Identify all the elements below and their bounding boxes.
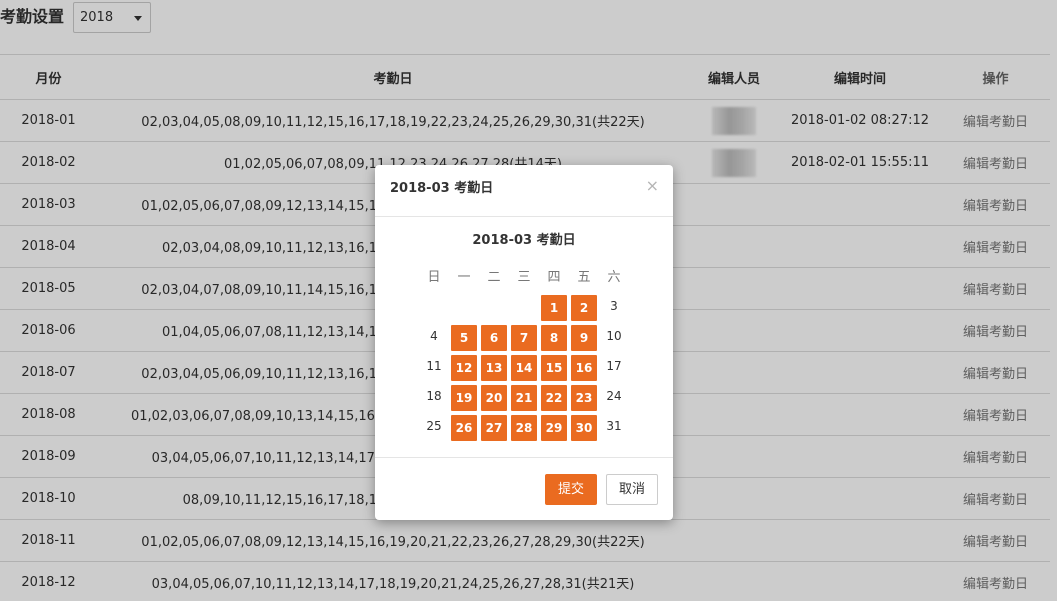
calendar-day-selected[interactable]: 14 <box>509 353 539 383</box>
calendar-day-selected[interactable]: 26 <box>449 413 479 443</box>
calendar-day[interactable]: 11 <box>419 353 449 383</box>
calendar-day-selected[interactable]: 29 <box>539 413 569 443</box>
weekday-label: 六 <box>607 270 621 285</box>
calendar-grid: 日一二三四五六 1 2 3 4 5 6 7 8 9 10 11 12 13 14 15 16 17 18 19 20 2… <box>419 263 629 443</box>
calendar-day[interactable]: 10 <box>599 323 629 353</box>
calendar-day[interactable]: 3 <box>599 293 629 323</box>
calendar-day-selected[interactable]: 21 <box>509 383 539 413</box>
calendar-day-selected[interactable]: 16 <box>569 353 599 383</box>
calendar-day-selected[interactable]: 27 <box>479 413 509 443</box>
weekday-label: 日 <box>427 270 441 285</box>
calendar-day-selected[interactable]: 22 <box>539 383 569 413</box>
calendar-title: 2018-03 考勤日 <box>472 233 576 248</box>
calendar-day-selected[interactable]: 7 <box>509 323 539 353</box>
weekday-label: 二 <box>487 270 501 285</box>
calendar-week-row: 123 <box>419 293 629 323</box>
calendar-day-selected[interactable]: 15 <box>539 353 569 383</box>
calendar-day[interactable]: 17 <box>599 353 629 383</box>
calendar-day-selected[interactable]: 19 <box>449 383 479 413</box>
calendar-day-selected[interactable]: 1 <box>539 293 569 323</box>
weekday-label: 一 <box>457 270 471 285</box>
calendar-day-selected[interactable]: 28 <box>509 413 539 443</box>
submit-button[interactable]: 提交 <box>545 474 597 505</box>
close-icon[interactable]: × <box>646 177 659 195</box>
calendar-day-selected[interactable]: 5 <box>449 323 479 353</box>
weekday-label: 五 <box>577 270 591 285</box>
modal-title: 2018-03 考勤日 <box>390 181 494 196</box>
calendar-day-selected[interactable]: 20 <box>479 383 509 413</box>
attendance-day-modal: 2018-03 考勤日 × 2018-03 考勤日 日一二三四五六 123456… <box>375 165 673 520</box>
calendar-day[interactable]: 24 <box>599 383 629 413</box>
calendar-day-selected[interactable]: 9 <box>569 323 599 353</box>
calendar-day-selected[interactable]: 13 <box>479 353 509 383</box>
weekday-label: 四 <box>547 270 561 285</box>
calendar-day[interactable]: 4 <box>419 323 449 353</box>
calendar-day-selected[interactable]: 12 <box>449 353 479 383</box>
calendar-week-row: 11 12 13 14 15 16 17 <box>419 353 629 383</box>
page: 考勤设置 2018 月份 考勤日 编辑人员 编辑时间 操作 2018-01 02… <box>0 0 1057 601</box>
modal-footer: 提交 取消 <box>375 457 673 521</box>
calendar-day-selected[interactable]: 6 <box>479 323 509 353</box>
calendar-day-selected[interactable]: 30 <box>569 413 599 443</box>
calendar-day-selected[interactable]: 2 <box>569 293 599 323</box>
calendar-days: 1 2 3 4 5 6 7 8 9 10 11 12 13 14 15 16 17 18 19 20 21 22 23 24 2… <box>419 293 629 443</box>
calendar-day-selected[interactable]: 8 <box>539 323 569 353</box>
cancel-button[interactable]: 取消 <box>606 474 658 505</box>
calendar-week-row: 4 5 6 7 8 9 10 <box>419 323 629 353</box>
weekday-label: 三 <box>517 270 531 285</box>
calendar-week-row: 18 19 20 21 22 23 24 <box>419 383 629 413</box>
calendar-day-selected[interactable]: 23 <box>569 383 599 413</box>
calendar-day[interactable]: 25 <box>419 413 449 443</box>
calendar-day[interactable]: 18 <box>419 383 449 413</box>
weekday-header-row: 日一二三四五六 <box>419 263 629 293</box>
calendar-day[interactable]: 31 <box>599 413 629 443</box>
calendar-week-row: 25 26 27 28 29 30 31 <box>419 413 629 443</box>
modal-header: 2018-03 考勤日 × <box>375 165 673 217</box>
